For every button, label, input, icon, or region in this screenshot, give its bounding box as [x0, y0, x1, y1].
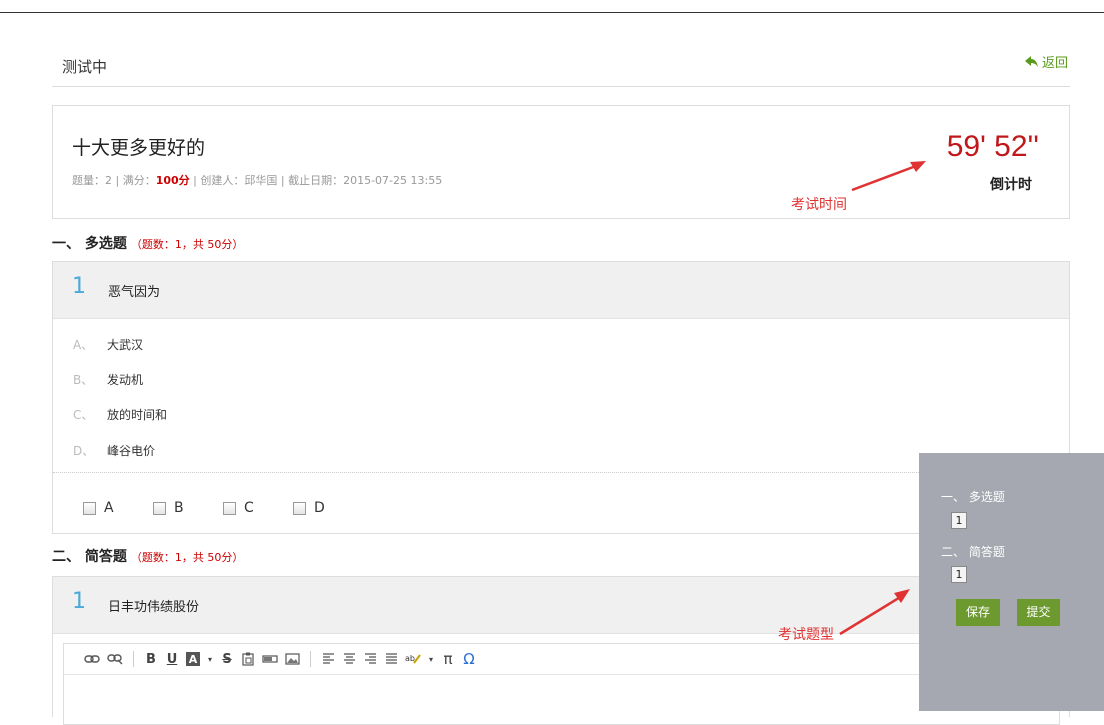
option-b: B、 发动机 — [73, 373, 144, 387]
meta-score: 100分 — [155, 174, 190, 187]
option-c: C、 放的时间和 — [73, 408, 168, 422]
question-card-multi: 1 恶气因为 A、 大武汉 B、 发动机 C、 放的时间和 D、 峰谷电价 A B C … — [52, 261, 1070, 534]
meta-creator-label: 创建人： — [200, 174, 245, 187]
exam-name: 十大更多更好的 — [72, 137, 206, 159]
toolbar-separator — [133, 651, 134, 667]
bold-icon[interactable]: B — [144, 651, 158, 667]
paste-icon[interactable] — [241, 651, 255, 667]
option-a: A、 大武汉 — [73, 338, 144, 352]
checkbox-label: A — [104, 500, 114, 516]
editor-toolbar: B U A ▾ S ab ▾ π Ω — [64, 644, 1059, 675]
question-header: 1 恶气因为 — [53, 262, 1069, 319]
annotation-exam-time: 考试时间 — [791, 197, 847, 213]
countdown-timer: 59' 52'' — [946, 130, 1039, 163]
nav-section-multi: 一、 多选题 — [941, 490, 1005, 504]
save-button[interactable]: 保存 — [956, 599, 1000, 626]
checkbox-d[interactable]: D — [293, 500, 325, 516]
strikethrough-icon[interactable]: S — [220, 651, 234, 667]
omega-icon[interactable]: Ω — [462, 650, 476, 668]
answer-editor[interactable]: B U A ▾ S ab ▾ π Ω — [63, 643, 1060, 725]
meta-deadline-label: 截止日期： — [288, 174, 344, 187]
options-divider — [53, 472, 1069, 473]
dropdown-caret-icon[interactable]: ▾ — [207, 651, 213, 667]
back-link-label: 返回 — [1041, 56, 1068, 71]
annotation-exam-type: 考试题型 — [778, 627, 834, 643]
align-right-icon[interactable] — [363, 651, 377, 667]
title-divider — [52, 86, 1070, 87]
countdown-label: 倒计时 — [990, 177, 1032, 193]
question-number: 1 — [72, 589, 86, 614]
checkbox-label: D — [314, 500, 325, 516]
checkbox-label: B — [174, 500, 184, 516]
align-left-icon[interactable] — [321, 651, 335, 667]
dropdown-caret-icon[interactable]: ▾ — [428, 651, 434, 667]
section-heading-short: 二、 简答题 （题数：1，共 50分） — [52, 546, 243, 566]
image-icon[interactable] — [285, 651, 300, 667]
nav-question-chip[interactable]: 1 — [951, 512, 967, 529]
spellcheck-icon[interactable]: ab — [405, 651, 421, 667]
question-text: 恶气因为 — [108, 285, 161, 300]
align-justify-icon[interactable] — [384, 651, 398, 667]
checkbox-box[interactable] — [293, 501, 306, 515]
question-number: 1 — [72, 274, 86, 299]
meta-score-label: 满分： — [122, 174, 156, 187]
meta-count-label: 题量： — [72, 174, 105, 187]
section-heading-multi: 一、 多选题 （题数：1，共 50分） — [52, 233, 243, 253]
checkbox-box[interactable] — [223, 501, 236, 515]
submit-button[interactable]: 提交 — [1017, 599, 1060, 626]
nav-question-chip[interactable]: 1 — [951, 566, 967, 583]
input-field-icon[interactable] — [262, 651, 278, 667]
option-d: D、 峰谷电价 — [73, 444, 156, 458]
checkbox-box[interactable] — [83, 501, 96, 515]
meta-deadline: 2015-07-25 13:55 — [343, 174, 443, 187]
section-title: 一、 多选题 — [52, 236, 127, 252]
section-info: （题数：1，共 50分） — [130, 238, 244, 251]
background-color-icon[interactable]: A — [186, 652, 200, 666]
section-title: 二、 简答题 — [52, 549, 127, 565]
link-icon[interactable] — [84, 651, 100, 667]
checkbox-b[interactable]: B — [153, 500, 184, 516]
align-center-icon[interactable] — [342, 651, 356, 667]
top-border — [0, 12, 1104, 13]
unlink-icon[interactable] — [107, 651, 123, 667]
checkbox-c[interactable]: C — [223, 500, 254, 516]
svg-text:ab: ab — [405, 654, 415, 663]
checkbox-a[interactable]: A — [83, 500, 114, 516]
question-nav-panel: 一、 多选题 1 二、 简答题 1 保存 提交 — [919, 453, 1104, 711]
pi-icon[interactable]: π — [441, 650, 455, 668]
exam-meta: 题量：2 | 满分：100分 | 创建人：邱华国 | 截止日期：2015-07-… — [72, 174, 443, 187]
toolbar-separator — [310, 651, 311, 667]
page-title: 测试中 — [62, 58, 108, 76]
meta-creator: 邱华国 — [244, 174, 278, 187]
meta-count: 2 — [105, 174, 112, 187]
question-card-short: 1 日丰功伟绩股份 B U A ▾ S ab ▾ π Ω — [52, 576, 1070, 725]
checkbox-label: C — [244, 500, 254, 516]
question-header: 1 日丰功伟绩股份 — [53, 577, 1069, 634]
nav-section-short: 二、 简答题 — [941, 545, 1005, 559]
back-link[interactable]: 返回 — [1024, 52, 1068, 71]
checkbox-box[interactable] — [153, 501, 166, 515]
underline-icon[interactable]: U — [165, 651, 179, 667]
section-info: （题数：1，共 50分） — [130, 551, 244, 564]
annotation-arrow-time — [851, 161, 926, 192]
annotation-arrow-type — [839, 589, 910, 636]
question-text: 日丰功伟绩股份 — [108, 600, 200, 615]
back-arrow-icon — [1024, 55, 1038, 67]
